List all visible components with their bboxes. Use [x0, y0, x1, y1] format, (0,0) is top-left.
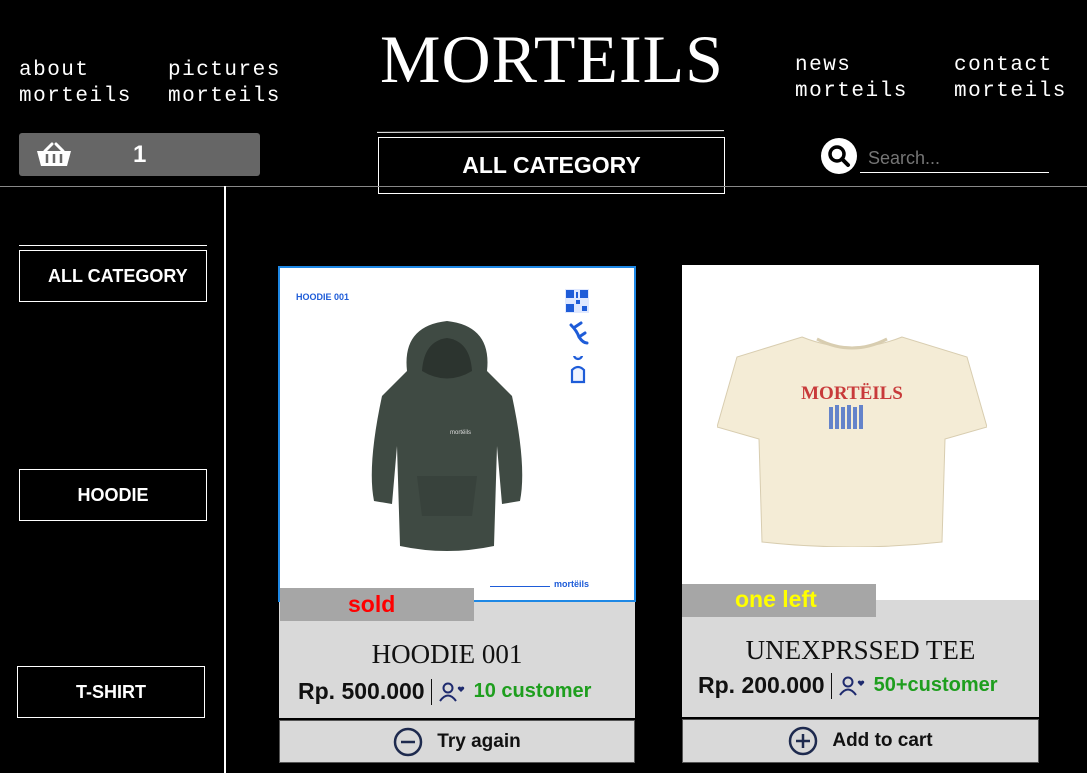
plus-circle-icon [789, 726, 818, 756]
nav-contact-line2: morteils [954, 80, 1067, 103]
svg-text:mortëils: mortëils [450, 430, 471, 436]
sidebar-item-all-category[interactable]: ALL CATEGORY [19, 250, 207, 302]
nav-pictures-line1: pictures [168, 59, 281, 82]
nav-about[interactable]: about morteils [19, 58, 132, 110]
search-icon[interactable] [820, 137, 858, 175]
product-meta: Rp. 200.000 50+customer [698, 672, 998, 699]
nav-news[interactable]: news morteils [795, 53, 908, 105]
add-to-cart-label: Add to cart [832, 730, 933, 751]
status-badge-text: one left [735, 586, 817, 612]
customer-count: 10 customer [473, 680, 592, 702]
brand-logo[interactable]: MORTEILS [362, 20, 742, 99]
figure-icon [569, 321, 589, 345]
category-dropdown-label: ALL CATEGORY [462, 152, 641, 178]
sidebar-item-label: HOODIE [77, 484, 149, 505]
sidebar-item-hoodie[interactable]: HOODIE [19, 469, 207, 521]
customer-heart-icon [438, 682, 464, 702]
nav-news-line2: morteils [795, 80, 908, 103]
nav-contact[interactable]: contact morteils [954, 53, 1067, 105]
divider-left [0, 186, 226, 187]
product-price: Rp. 500.000 [298, 678, 425, 704]
product-name: HOODIE 001 [371, 639, 523, 669]
basket-icon [37, 142, 71, 166]
product-image-hoodie[interactable]: HOODIE 001 mortëils mortëils [278, 266, 636, 602]
nav-about-line1: about [19, 59, 90, 82]
status-badge-text: sold [348, 591, 396, 617]
nav-news-line1: news [795, 54, 852, 77]
cart-button[interactable]: 1 [19, 133, 260, 176]
search-underline [860, 172, 1049, 173]
add-to-cart-button[interactable]: Add to cart [682, 719, 1039, 763]
shirt-print: MORTËILS [801, 383, 903, 404]
meta-divider [830, 672, 832, 699]
hoodie-image: mortëils [371, 321, 523, 551]
image-caption: HOODIE 001 [296, 292, 350, 302]
try-again-button[interactable]: Try again [279, 720, 635, 763]
nav-pictures[interactable]: pictures morteils [168, 58, 281, 110]
person-icon [570, 356, 586, 384]
search-input[interactable] [868, 145, 1046, 171]
qr-code-icon [565, 289, 589, 313]
tshirt-image: MORTËILS [717, 336, 987, 547]
meta-divider [430, 678, 432, 705]
nav-about-line2: morteils [19, 85, 132, 108]
customer-heart-icon [838, 676, 864, 696]
sidebar-item-t-shirt[interactable]: T-SHIRT [17, 666, 205, 718]
sidebar-item-label: ALL CATEGORY [48, 265, 188, 286]
nav-pictures-line2: morteils [168, 85, 281, 108]
product-meta: Rp. 500.000 10 customer [298, 678, 591, 705]
product-name: UNEXPRSSED TEE [745, 635, 976, 665]
product-price: Rp. 200.000 [698, 672, 825, 698]
cart-count: 1 [133, 141, 147, 168]
sidebar-item-label: T-SHIRT [76, 681, 146, 702]
status-badge-sold: sold [280, 588, 474, 621]
sidebar-item-underline [19, 245, 207, 246]
divider-right [226, 186, 1087, 187]
try-again-label: Try again [437, 730, 521, 752]
image-footer-line [490, 586, 550, 587]
product-image-tee[interactable]: MORTËILS [682, 265, 1039, 600]
status-badge-one-left: one left [682, 584, 876, 617]
sidebar-divider [224, 186, 226, 773]
nav-contact-line1: contact [954, 54, 1053, 77]
customer-count: 50+customer [873, 674, 998, 696]
image-footer-text: mortëils [554, 579, 590, 589]
minus-circle-icon [394, 727, 423, 756]
